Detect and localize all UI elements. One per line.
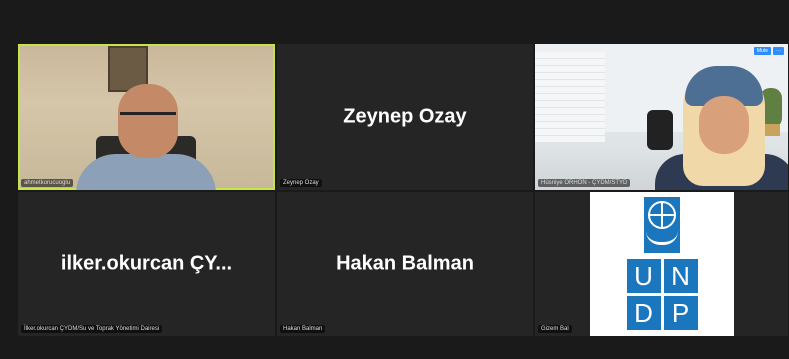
participant-tile-hakan-balman[interactable]: Hakan Balman Hakan Balman — [277, 192, 533, 336]
participant-name-label: Gizem Bal — [538, 325, 572, 333]
logo-letter: P — [663, 296, 698, 330]
un-emblem-icon — [644, 197, 680, 253]
meeting-top-bar — [0, 0, 789, 44]
logo-letter: U — [626, 259, 661, 293]
participant-display-name: Zeynep Ozay — [343, 105, 467, 128]
wreath-icon — [646, 231, 678, 245]
participant-tile-gizem-bal[interactable]: U N D P Gizem Bal — [535, 192, 788, 336]
mute-badge[interactable]: Mute — [753, 47, 771, 55]
participant-display-name: Hakan Balman — [336, 252, 474, 275]
participant-face — [699, 96, 749, 154]
logo-letter: N — [663, 259, 698, 293]
globe-icon — [648, 201, 676, 229]
participant-tile-ahmetkorucuoglu[interactable]: ahmetkorucuoglu — [18, 44, 275, 190]
participant-name-label: İlker.okurcan ÇYDM/Su ve Toprak Yönetimi… — [21, 325, 163, 333]
participant-name-label: Hüsniye ORHON - ÇYDM/STYD — [538, 179, 631, 187]
gallery-view: ahmetkorucuoglu Zeynep Ozay Zeynep Ozay … — [18, 44, 788, 336]
participant-tile-ilker-okurcan[interactable]: ilker.okurcan ÇY... İlker.okurcan ÇYDM/S… — [18, 192, 275, 336]
participant-tile-husniye-orhon[interactable]: Mute ··· Hüsniye ORHON - ÇYDM/STYD — [535, 44, 788, 190]
participant-name-label: Zeynep Ozay — [280, 179, 322, 187]
logo-letter: D — [626, 296, 661, 330]
participant-tile-zeynep-ozay[interactable]: Zeynep Ozay Zeynep Ozay — [277, 44, 533, 190]
window-blinds — [535, 52, 605, 142]
office-chair — [647, 110, 673, 150]
tile-badges: Mute ··· — [753, 47, 784, 55]
participant-display-name: ilker.okurcan ÇY... — [60, 252, 233, 275]
participant-name-label: ahmetkorucuoglu — [21, 179, 74, 187]
participant-name-label: Hakan Balman — [280, 325, 326, 333]
glasses — [120, 112, 176, 126]
undp-letters: U N D P — [626, 259, 698, 330]
undp-logo: U N D P — [590, 192, 734, 336]
participant-shirt — [76, 154, 216, 190]
more-options-icon[interactable]: ··· — [773, 47, 784, 55]
meeting-bottom-bar — [0, 336, 789, 359]
